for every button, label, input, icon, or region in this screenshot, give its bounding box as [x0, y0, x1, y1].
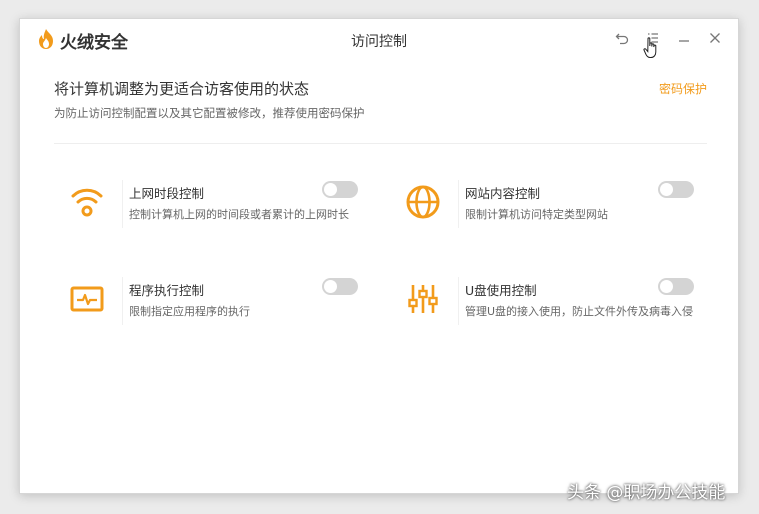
control-name: U盘使用控制 [465, 283, 537, 298]
control-description: 管理U盘的接入使用，防止文件外传及病毒入侵 [465, 305, 694, 318]
control-name: 程序执行控制 [129, 283, 205, 298]
page-subheading: 为防止访问控制配置以及其它配置被修改，推荐使用密码保护 [54, 106, 365, 120]
window-controls [611, 27, 726, 49]
page-heading: 将计算机调整为更适合访客使用的状态 [54, 80, 310, 98]
back-icon [615, 33, 629, 45]
card-separator [458, 277, 459, 325]
minimize-button[interactable] [673, 27, 695, 49]
card-separator [122, 180, 123, 228]
password-protection-link[interactable]: 密码保护 [659, 80, 707, 97]
control-card-internet-time: 上网时段控制 控制计算机上网的时间段或者累计的上网时长 [57, 172, 358, 242]
close-button[interactable] [704, 27, 726, 49]
toggle-knob [324, 280, 337, 293]
minimize-icon [679, 40, 689, 42]
control-description: 控制计算机上网的时间段或者累计的上网时长 [129, 208, 349, 221]
control-card-website-content: 网站内容控制 限制计算机访问特定类型网站 [393, 172, 694, 242]
wifi-icon [67, 182, 107, 222]
internet-time-toggle[interactable] [322, 181, 358, 198]
program-monitor-icon [67, 279, 107, 319]
toggle-knob [660, 183, 673, 196]
title-bar: 火绒安全 访问控制 [20, 19, 738, 59]
watermark-text: 头条 @职场办公技能 [567, 483, 726, 503]
card-separator [122, 277, 123, 325]
control-name: 上网时段控制 [129, 186, 205, 201]
program-execution-toggle[interactable] [322, 278, 358, 295]
back-button[interactable] [611, 27, 633, 49]
control-description: 限制指定应用程序的执行 [129, 305, 250, 318]
usb-usage-toggle[interactable] [658, 278, 694, 295]
access-control-window: 火绒安全 访问控制 将计算机调整为更适合访客使用的状态 为防止访问控制配置以及其… [19, 18, 739, 494]
sliders-icon [403, 279, 443, 319]
hand-cursor-icon [643, 37, 657, 58]
toggle-knob [324, 183, 337, 196]
toggle-knob [660, 280, 673, 293]
control-card-program-execution: 程序执行控制 限制指定应用程序的执行 [57, 269, 358, 339]
card-separator [458, 180, 459, 228]
close-icon [710, 33, 720, 43]
divider [54, 143, 707, 144]
control-card-usb-usage: U盘使用控制 管理U盘的接入使用，防止文件外传及病毒入侵 [393, 269, 694, 339]
globe-icon [403, 182, 443, 222]
control-name: 网站内容控制 [465, 186, 541, 201]
website-content-toggle[interactable] [658, 181, 694, 198]
control-description: 限制计算机访问特定类型网站 [465, 208, 608, 221]
